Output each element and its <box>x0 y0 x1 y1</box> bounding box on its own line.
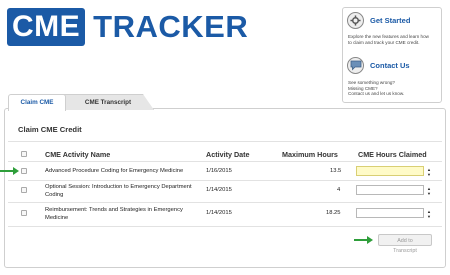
get-started-line: Explore the new features and learn how <box>348 34 429 39</box>
activity-date: 1/14/2015 <box>206 187 232 193</box>
get-started-line: to claim and track your CME credit. <box>348 39 420 45</box>
row-checkbox[interactable] <box>21 210 27 216</box>
add-to-transcript-button[interactable]: Add to Transcript <box>378 234 432 254</box>
speech-bubble-icon <box>347 57 364 74</box>
logo: CME TRACKER <box>7 8 248 46</box>
hours-claimed-input[interactable]: ▲ ▼ <box>356 208 431 219</box>
tab-cme-transcript[interactable]: CME Transcript <box>62 94 154 110</box>
stepper-arrows-icon[interactable]: ▲ ▼ <box>425 167 433 177</box>
green-arrow-icon <box>354 236 373 244</box>
logo-text: TRACKER <box>93 9 249 44</box>
contact-description: See something wrong? Missing CME? Contac… <box>348 80 440 97</box>
column-header-name: CME Activity Name <box>45 150 111 159</box>
divider <box>8 226 442 227</box>
logo-box: CME <box>7 8 86 46</box>
activity-name: Optional Session: Introduction to Emerge… <box>45 184 192 190</box>
maximum-hours: 13.5 <box>330 168 342 174</box>
row-checkbox[interactable] <box>21 187 27 193</box>
column-header-max-hours: Maximum Hours <box>282 150 338 159</box>
stepper-arrows-icon[interactable]: ▲ ▼ <box>425 186 433 196</box>
contact-line: Contact us and let us know. <box>348 91 405 97</box>
contact-title[interactable]: Contact Us <box>370 61 410 70</box>
divider <box>8 180 442 181</box>
gear-icon <box>347 12 364 29</box>
green-arrow-icon <box>0 167 19 175</box>
stepper-arrows-icon[interactable]: ▲ ▼ <box>425 209 433 219</box>
activity-name-line-2: Medicine <box>45 215 69 221</box>
get-started-title[interactable]: Get Started <box>370 16 410 25</box>
column-header-date: Activity Date <box>206 150 250 159</box>
select-all-checkbox[interactable] <box>21 151 27 157</box>
hours-claimed-input[interactable]: ▲ ▼ <box>356 185 431 196</box>
tab-claim-cme[interactable]: Claim CME <box>8 94 66 111</box>
activity-date: 1/14/2015 <box>206 210 232 216</box>
hours-claimed-input[interactable]: ▲ ▼ <box>356 166 431 177</box>
maximum-hours: 4 <box>337 187 341 193</box>
divider <box>8 202 442 203</box>
activity-name: Advanced Procedure Coding for Emergency … <box>45 168 184 174</box>
maximum-hours: 18.25 <box>326 210 341 216</box>
column-header-hours-claimed: CME Hours Claimed <box>358 150 427 159</box>
help-panel: Get Started Explore the new features and… <box>342 7 442 103</box>
page: CME TRACKER Get Started Explore the new … <box>0 0 450 275</box>
activity-date: 1/16/2015 <box>206 168 232 174</box>
section-title: Claim CME Credit <box>18 125 82 134</box>
row-checkbox[interactable] <box>21 168 27 174</box>
get-started-description: Explore the new features and learn how t… <box>348 34 440 45</box>
divider <box>8 161 442 162</box>
activity-name: Reimbursement: Trends and Strategies in … <box>45 207 183 213</box>
activity-name-line-2: Coding <box>45 192 64 198</box>
divider <box>8 141 442 142</box>
